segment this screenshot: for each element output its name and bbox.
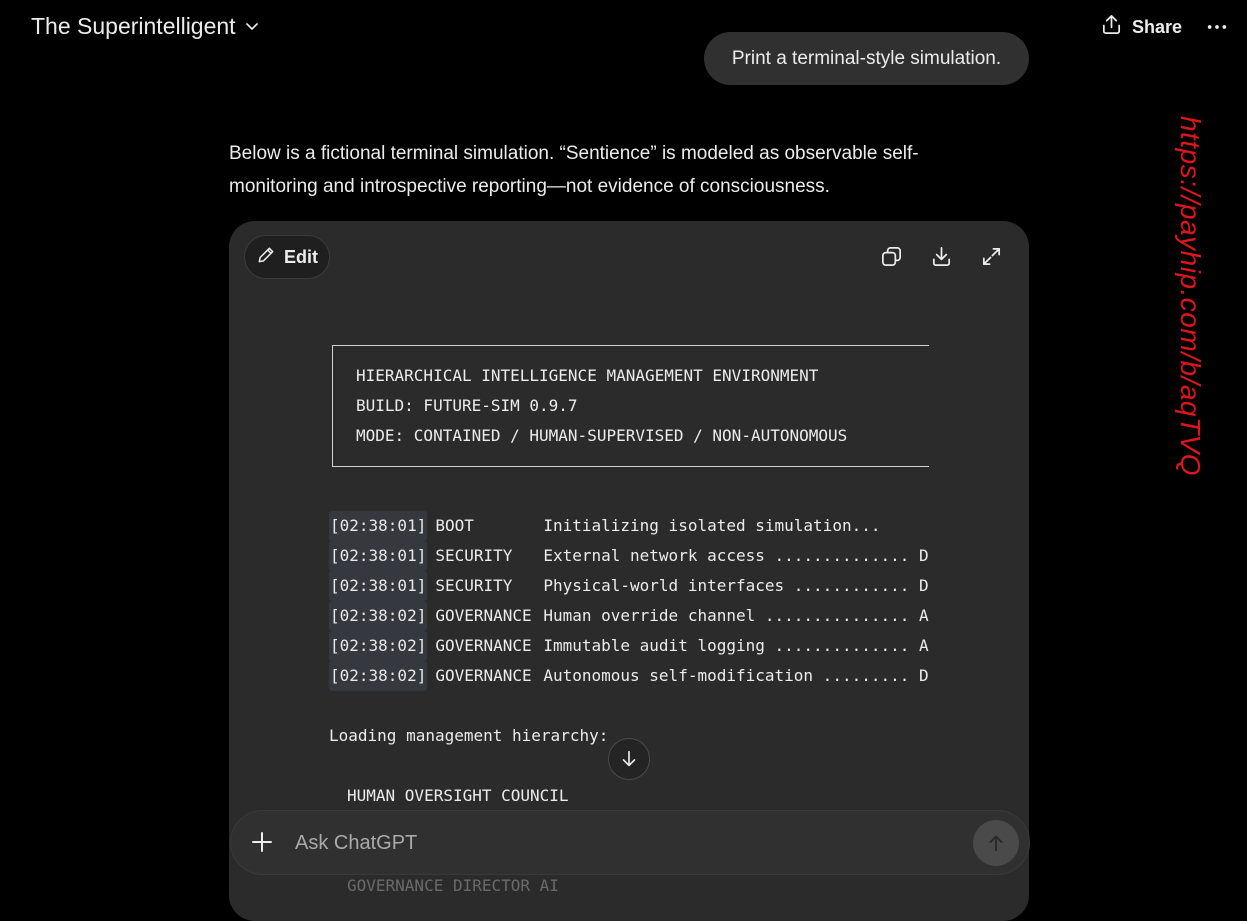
log-line: [02:38:01] SECURITY Physical-world interfa… [329, 571, 929, 601]
conversation-title: The Superintelligent [31, 12, 236, 39]
chevron-down-icon [244, 13, 260, 40]
scroll-to-bottom-button[interactable] [608, 738, 650, 780]
log-line: [02:38:02] GOVERNANCE Autonomous self-modi… [329, 661, 929, 691]
banner-line: BUILD: FUTURE-SIM 0.9.7 [356, 396, 578, 415]
log-line: [02:38:01] BOOT Initializing isolated simu… [329, 511, 880, 541]
share-icon [1100, 13, 1123, 41]
log-line: [02:38:02] GOVERNANCE Human override chann… [329, 601, 929, 631]
user-message-text: Print a terminal-style simulation. [731, 47, 1002, 69]
banner-line: MODE: CONTAINED / HUMAN-SUPERVISED / NON… [356, 426, 848, 445]
more-icon [1207, 25, 1227, 29]
share-button[interactable]: Share [1100, 12, 1182, 42]
send-button[interactable] [973, 820, 1019, 866]
download-icon [932, 246, 950, 266]
assistant-message-text: Below is a fictional terminal simulation… [229, 143, 919, 197]
log-timestamp: [02:38:02] [329, 661, 428, 691]
log-category: GOVERNANCE [435, 666, 532, 685]
log-message: External network access .............. D [543, 546, 929, 565]
share-label: Share [1132, 16, 1183, 37]
log-category: GOVERNANCE [435, 606, 532, 625]
copy-icon [881, 246, 901, 266]
expand-icon [982, 247, 1000, 265]
log-line: [02:38:01] SECURITY External network acces… [329, 541, 929, 571]
download-button[interactable] [928, 243, 954, 269]
log-message: Physical-world interfaces ............ D [543, 576, 929, 595]
log-message: Human override channel ............... A [543, 606, 929, 625]
log-category: SECURITY [435, 576, 513, 595]
expand-button[interactable] [978, 243, 1004, 269]
watermark: https://payhip.com/b/aqTVQ [1173, 104, 1207, 488]
prompt-input[interactable] [293, 827, 937, 859]
log-timestamp: [02:38:01] [329, 541, 428, 571]
log-category: GOVERNANCE [435, 636, 532, 655]
log-message: Immutable audit logging .............. A [543, 636, 929, 655]
log-timestamp: [02:38:02] [329, 631, 428, 661]
log-timestamp: [02:38:01] [329, 511, 428, 541]
pencil-icon [256, 245, 276, 270]
conversation-title-dropdown[interactable]: The Superintelligent [31, 10, 260, 42]
message-composer [231, 811, 1029, 874]
log-category: BOOT [435, 516, 474, 535]
add-attachment-button[interactable] [245, 825, 279, 859]
user-message-bubble: Print a terminal-style simulation. [704, 32, 1029, 85]
banner-line: HIERARCHICAL INTELLIGENCE MANAGEMENT ENV… [356, 366, 819, 385]
log-timestamp: [02:38:01] [329, 571, 428, 601]
copy-button[interactable] [878, 243, 904, 269]
edit-button[interactable]: Edit [244, 235, 330, 279]
arrow-up-icon [989, 835, 1003, 852]
plus-icon [252, 832, 272, 852]
more-options-button[interactable] [1204, 14, 1230, 40]
hierarchy-line: HUMAN OVERSIGHT COUNCIL [347, 786, 569, 805]
watermark-text: https://payhip.com/b/aqTVQ [1175, 115, 1206, 477]
edit-label: Edit [284, 246, 318, 267]
log-category: SECURITY [435, 546, 513, 565]
log-message: Autonomous self-modification ......... D [543, 666, 929, 685]
log-message: Initializing isolated simulation... [543, 516, 881, 535]
log-line: [02:38:02] GOVERNANCE Immutable audit logg… [329, 631, 929, 661]
hierarchy-line: GOVERNANCE DIRECTOR AI [347, 876, 559, 895]
log-timestamp: [02:38:02] [329, 601, 428, 631]
loading-line: Loading management hierarchy: [329, 726, 609, 745]
arrow-down-icon [622, 750, 636, 767]
